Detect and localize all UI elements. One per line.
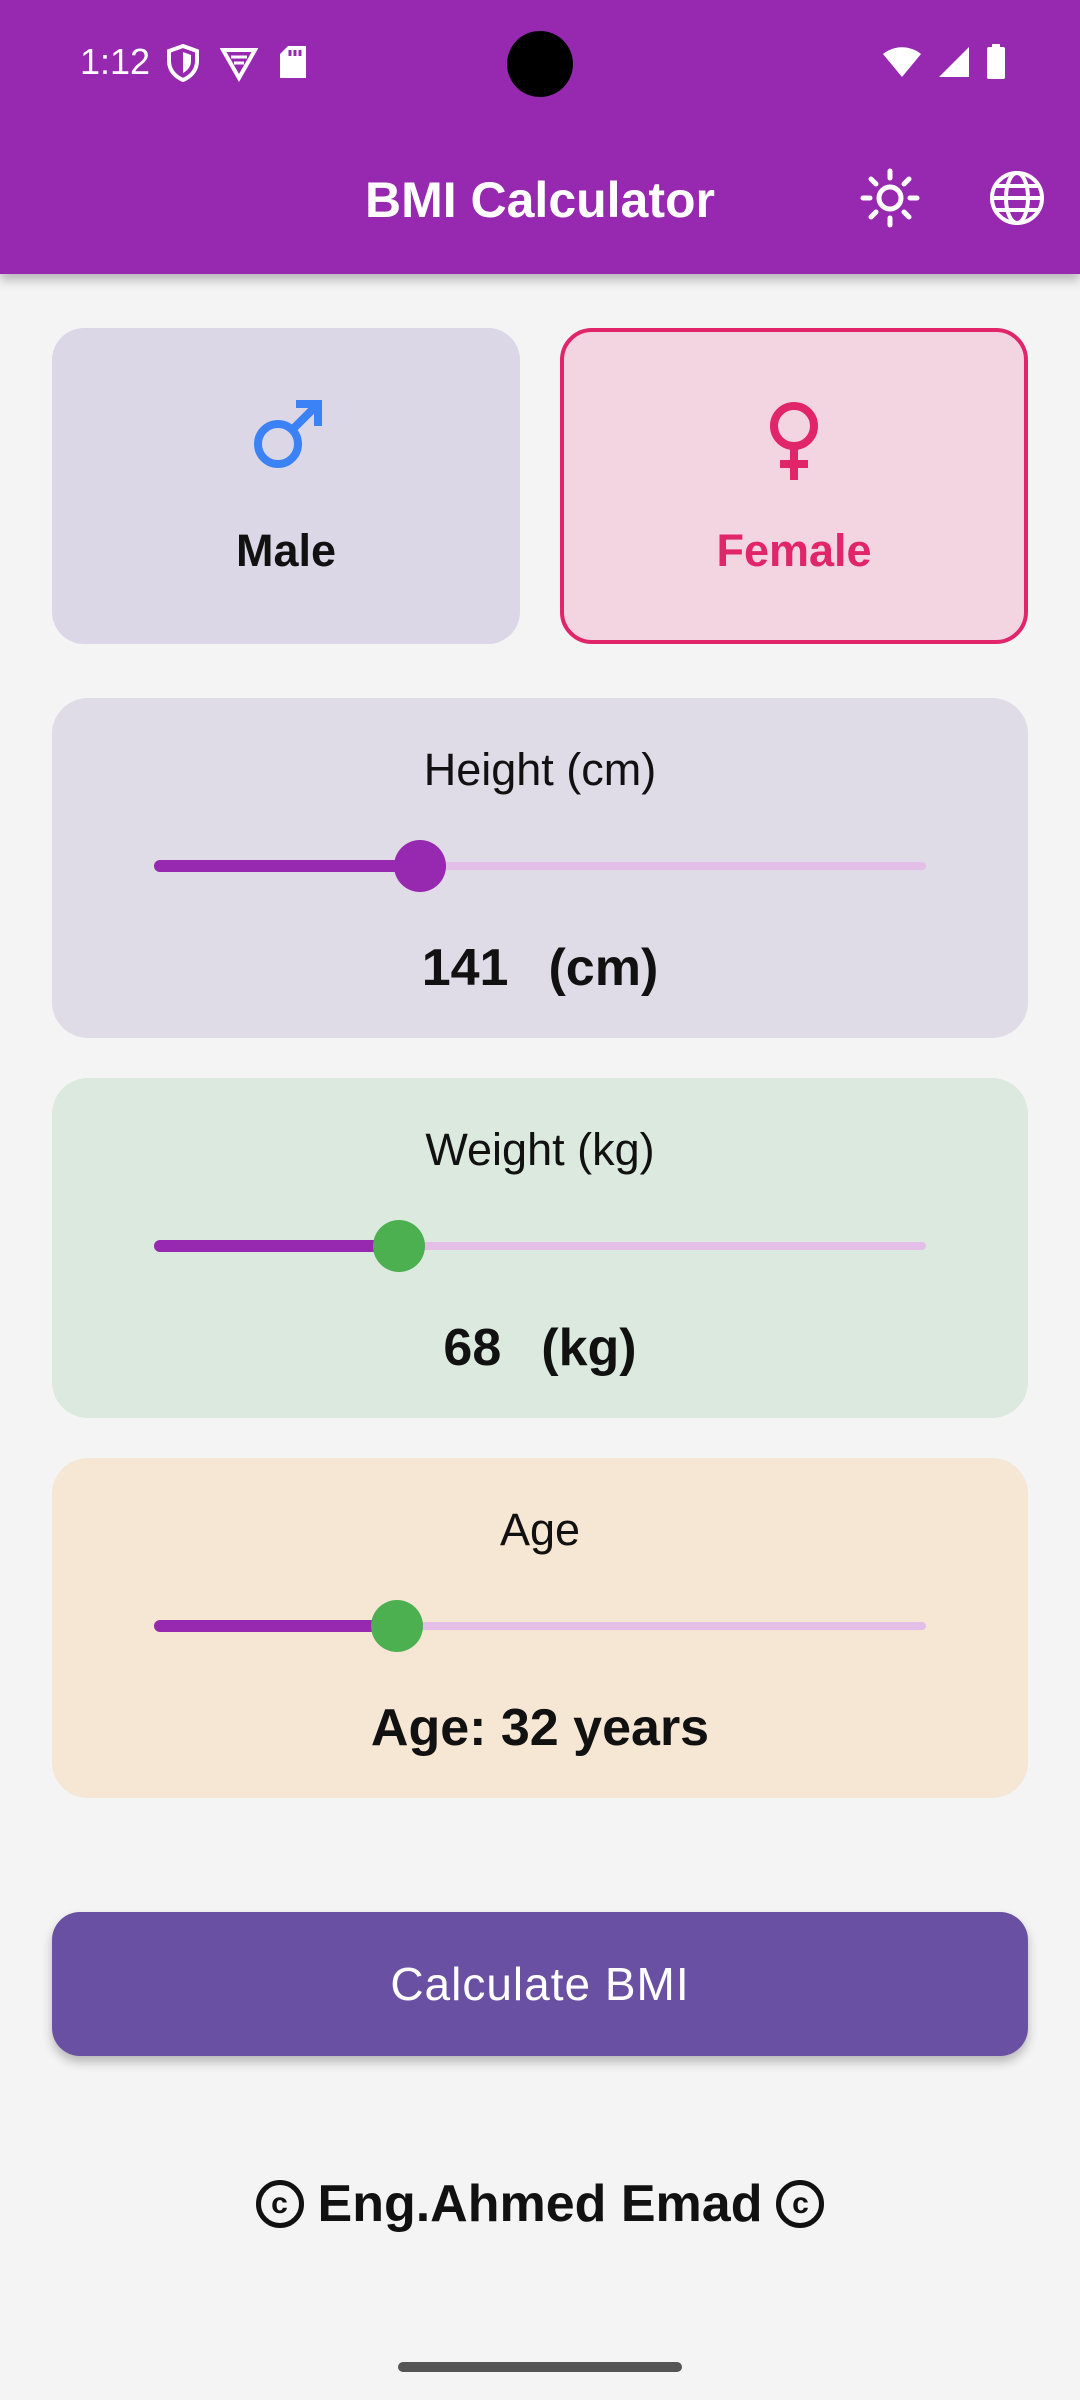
slider-fill xyxy=(154,860,421,872)
copyright-icon: c xyxy=(255,2180,304,2228)
male-icon xyxy=(248,398,324,479)
gender-female-label: Female xyxy=(716,525,872,576)
weight-value: 68 (kg) xyxy=(52,1316,1028,1380)
sd-card-icon xyxy=(278,44,308,82)
globe-icon xyxy=(987,168,1047,233)
gender-male-card[interactable]: Male xyxy=(52,328,520,644)
slider-thumb[interactable] xyxy=(373,1220,426,1272)
height-number: 141 xyxy=(421,939,509,997)
theme-toggle-button[interactable] xyxy=(858,168,922,232)
slider-fill xyxy=(154,1240,400,1252)
height-value: 141 (cm) xyxy=(52,936,1028,1000)
footer-credit: c Eng.Ahmed Emad c xyxy=(0,2172,1080,2236)
slider-thumb[interactable] xyxy=(394,840,447,892)
height-title: Height (cm) xyxy=(423,744,657,795)
footer-text: Eng.Ahmed Emad xyxy=(317,2175,763,2233)
gender-male-label: Male xyxy=(235,525,337,576)
status-icons-left xyxy=(166,44,308,82)
language-button[interactable] xyxy=(985,168,1049,232)
weight-title: Weight (kg) xyxy=(425,1124,655,1175)
age-panel: Age Age: 32 years xyxy=(52,1458,1028,1798)
weight-unit: (kg) xyxy=(541,1319,637,1377)
slider-thumb[interactable] xyxy=(371,1600,424,1652)
home-indicator[interactable] xyxy=(398,2362,682,2372)
sun-icon xyxy=(860,168,920,233)
height-slider[interactable] xyxy=(154,840,926,892)
weight-number: 68 xyxy=(443,1319,502,1377)
weight-slider[interactable] xyxy=(154,1220,926,1272)
wifi-icon xyxy=(882,46,922,78)
shield-icon xyxy=(166,44,200,82)
age-slider[interactable] xyxy=(154,1600,926,1652)
height-unit: (cm) xyxy=(548,939,659,997)
age-title: Age xyxy=(499,1504,581,1555)
age-value: Age: 32 years xyxy=(370,1699,710,1757)
copyright-icon: c xyxy=(776,2180,825,2228)
slider-fill xyxy=(154,1620,398,1632)
battery-icon xyxy=(986,44,1006,80)
status-icons-right xyxy=(882,44,1006,80)
calculate-bmi-button[interactable]: Calculate BMI xyxy=(52,1912,1028,2056)
height-panel: Height (cm) 141 (cm) xyxy=(52,698,1028,1038)
status-time: 1:12 xyxy=(80,41,151,82)
camera-cutout xyxy=(507,31,573,97)
signal-icon xyxy=(938,46,970,78)
gender-female-card[interactable]: Female xyxy=(560,328,1028,644)
app-bar: 1:12 BMI Calculator xyxy=(0,0,1080,274)
female-icon xyxy=(764,400,824,489)
weight-panel: Weight (kg) 68 (kg) xyxy=(52,1078,1028,1418)
vpn-icon xyxy=(220,44,258,82)
